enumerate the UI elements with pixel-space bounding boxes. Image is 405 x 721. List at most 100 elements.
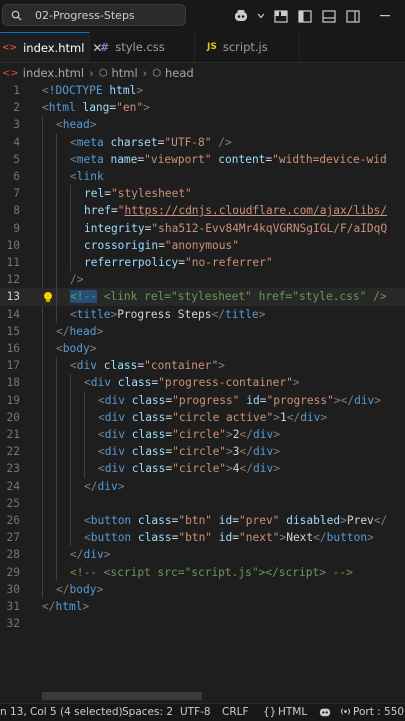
code-content: <button class="btn" id="prev" disabled>P…: [84, 514, 388, 527]
code-editor[interactable]: 1 <!DOCTYPE html> 2 <html lang="en"> 3 <hea…: [0, 82, 405, 692]
tab-label: script.js: [222, 40, 268, 54]
code-line: 4 <meta charset="UTF-8" />: [0, 133, 405, 151]
code-line: 31 </html>: [0, 598, 405, 615]
code-line: 25: [0, 494, 405, 512]
line-number: 21: [6, 428, 20, 441]
code-content: <div class="circle">2</div>: [98, 428, 280, 441]
line-number: 3: [13, 118, 20, 132]
code-line: 1 <!DOCTYPE html>: [0, 82, 405, 99]
line-number: 16: [6, 342, 20, 355]
line-number: 32: [6, 617, 20, 631]
braces-icon: {}: [263, 706, 277, 718]
line-number: 27: [6, 531, 20, 545]
line-number: 30: [6, 582, 20, 596]
code-content: </body>: [56, 582, 104, 596]
lightbulb-icon[interactable]: [42, 291, 54, 303]
code-content: rel="stylesheet": [84, 187, 192, 201]
code-content: <button class="btn" id="next">Next</butt…: [84, 531, 374, 545]
minimize-icon[interactable]: [365, 0, 405, 32]
line-number: 23: [6, 462, 20, 476]
code-line: 27 <button class="btn" id="next">Next</bu…: [0, 529, 405, 547]
line-number: 8: [13, 204, 20, 218]
code-line: 6 <link: [0, 168, 405, 186]
code-content: <head>: [56, 118, 97, 132]
line-number: 12: [6, 273, 20, 287]
code-line: 2 <html lang="en">: [0, 99, 405, 116]
encoding[interactable]: UTF-8: [180, 706, 211, 718]
status-bar: n 13, Col 5 (4 selected) Spaces: 2 UTF-8…: [0, 703, 405, 721]
code-content: <link: [70, 170, 104, 183]
code-content: </head>: [56, 324, 104, 338]
code-content: <html lang="en">: [42, 101, 150, 115]
tab-script-js[interactable]: JS script.js: [195, 32, 300, 62]
line-number: 28: [6, 548, 20, 562]
title-bar: 02-Progress-Steps: [0, 0, 405, 33]
search-icon: [11, 6, 29, 25]
broadcast-icon: [340, 706, 351, 720]
code-content: <div class="circle">4</div>: [98, 462, 280, 476]
indentation[interactable]: Spaces: 2: [122, 706, 173, 718]
code-content: </div>: [70, 548, 111, 562]
code-content: </div>: [84, 479, 125, 493]
line-number: 13: [6, 290, 20, 304]
line-ending[interactable]: CRLF: [222, 706, 249, 718]
code-content: </html>: [42, 600, 90, 613]
chevron-right-icon: ›: [89, 66, 94, 80]
code-line: 23 <div class="circle">4</div>: [0, 460, 405, 478]
code-line: 21 <div class="circle">2</div>: [0, 426, 405, 444]
breadcrumb-html[interactable]: html: [111, 66, 137, 80]
code-content: <!DOCTYPE html>: [42, 84, 144, 97]
copilot-icon[interactable]: [318, 706, 332, 721]
code-line: 16 <body>: [0, 340, 405, 358]
line-number: 17: [6, 359, 20, 373]
copilot-icon[interactable]: [229, 0, 253, 32]
code-line: 29 <!-- <script src="script.js"></script>…: [0, 563, 405, 581]
chevron-right-icon: ›: [142, 66, 148, 80]
search-box-label: 02-Progress-Steps: [35, 8, 135, 22]
code-line: 20 <div class="circle active">1</div>: [0, 408, 405, 426]
code-line: 10 crossorigin="anonymous": [0, 236, 405, 254]
breadcrumb-head[interactable]: head: [165, 66, 194, 80]
code-line-current: 13 <!-- <link rel="stylesheet" href="styl…: [0, 288, 405, 306]
line-number: 14: [6, 307, 20, 321]
line-number: 26: [6, 514, 20, 527]
line-number: 31: [6, 600, 20, 613]
code-content: <div class="container">: [70, 359, 225, 373]
toggle-panel-icon[interactable]: [317, 0, 341, 32]
code-line: 18 <div class="progress-container">: [0, 374, 405, 392]
code-content: <!-- <script src="script.js"></script> -…: [70, 565, 353, 579]
command-center-search[interactable]: 02-Progress-Steps: [2, 4, 186, 26]
code-line: 32: [0, 615, 405, 632]
code-content: crossorigin="anonymous": [84, 238, 239, 252]
chevron-down-icon[interactable]: [253, 0, 269, 32]
line-number: 11: [6, 256, 20, 269]
code-line: 12 />: [0, 271, 405, 289]
code-line: 9 integrity="sha512-Evv84Mr4kqVGRNSgIGL/F…: [0, 219, 405, 237]
tab-label: style.css: [115, 40, 165, 54]
horizontal-scrollbar[interactable]: [42, 692, 202, 700]
line-number: 10: [6, 238, 20, 252]
code-content: href="https://cdnjs.cloudflare.com/ajax/…: [84, 204, 388, 218]
cursor-position[interactable]: n 13, Col 5 (4 selected): [0, 706, 123, 718]
language-mode[interactable]: HTML: [278, 706, 307, 718]
toggle-primary-sidebar-icon[interactable]: [293, 0, 317, 32]
live-server-port[interactable]: Port : 550: [353, 706, 404, 718]
code-content: <meta name="viewport" content="width=dev…: [70, 152, 387, 166]
code-line: 3 <head>: [0, 116, 405, 134]
code-content: <!-- <link rel="stylesheet" href="style.…: [70, 290, 387, 304]
line-number: 22: [6, 445, 20, 459]
code-content: <div class="progress-container">: [84, 376, 300, 390]
code-content: referrerpolicy="no-referrer": [84, 256, 273, 269]
layout-icon[interactable]: [269, 0, 293, 32]
code-line: 5 <meta name="viewport" content="width=de…: [0, 150, 405, 168]
breadcrumb-file[interactable]: index.html: [23, 66, 84, 80]
line-number: 5: [13, 152, 20, 166]
code-content: <div class="progress" id="progress"></di…: [98, 393, 382, 407]
code-content: <div class="circle">3</div>: [98, 445, 280, 459]
tab-index-html[interactable]: <> index.html ✕: [0, 32, 102, 62]
html-file-icon: <>: [2, 67, 19, 79]
line-number: 18: [6, 376, 20, 390]
toggle-secondary-sidebar-icon[interactable]: [341, 0, 365, 32]
tab-style-css[interactable]: # style.css: [90, 32, 195, 62]
line-number: 7: [13, 187, 20, 201]
